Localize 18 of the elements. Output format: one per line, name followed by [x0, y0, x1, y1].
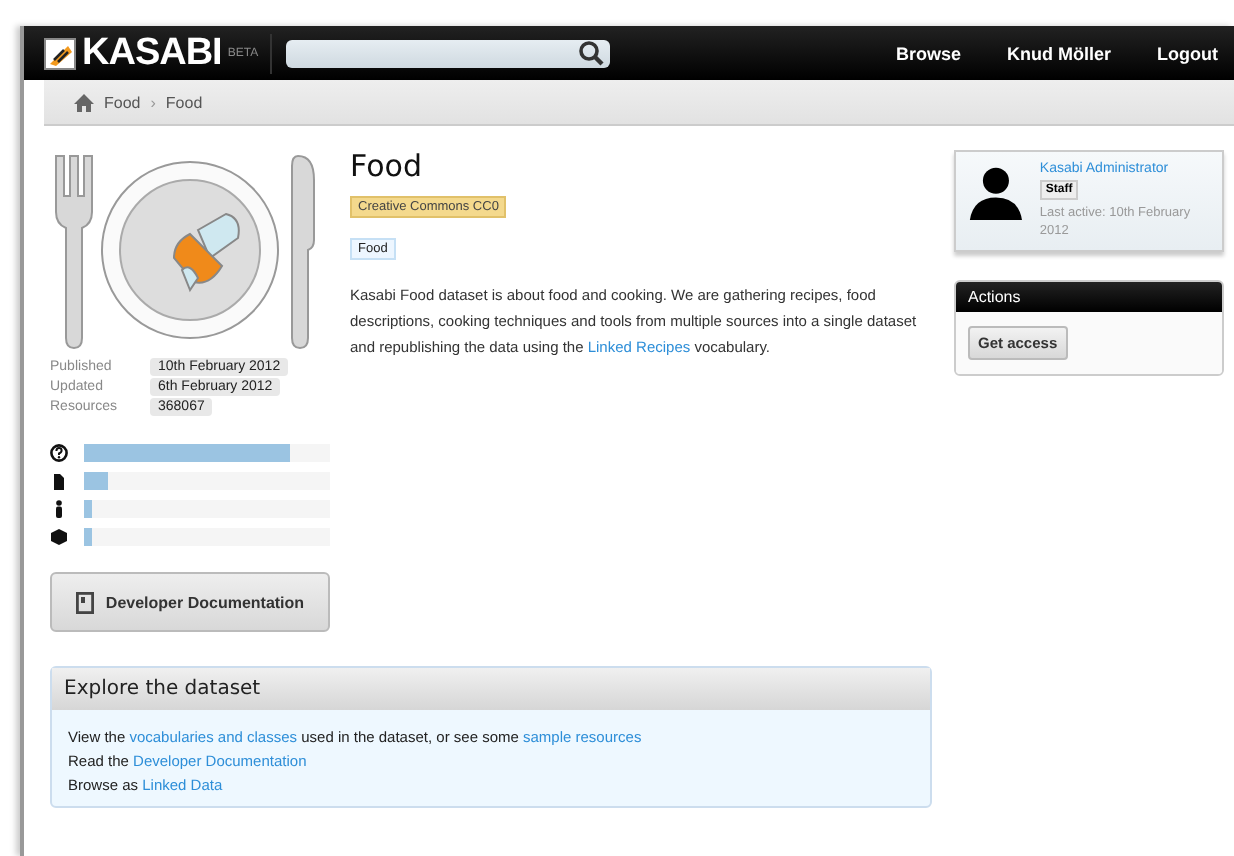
logo-text[interactable]: KASABI: [82, 34, 222, 72]
search-icon[interactable]: [578, 40, 605, 66]
nav-link[interactable]: Logout: [1157, 43, 1218, 63]
breadcrumb-separator: ›: [150, 93, 156, 111]
person-silhouette-icon: [968, 162, 1024, 222]
question-icon: [50, 444, 68, 462]
nav-link[interactable]: Browse: [895, 43, 961, 63]
explore-title: Explore the dataset: [52, 668, 930, 710]
actions-title: Actions: [956, 282, 1222, 312]
home-icon[interactable]: [74, 93, 94, 111]
book-icon: [75, 591, 94, 613]
search-field[interactable]: [286, 39, 611, 67]
document-icon: [50, 472, 68, 490]
developer-documentation-button[interactable]: Developer Documentation: [50, 572, 330, 632]
dataset-title: Food: [350, 150, 424, 183]
nav-link[interactable]: Knud Möller: [1007, 43, 1111, 63]
breadcrumb-link[interactable]: Food: [104, 93, 141, 111]
breadcrumb-link[interactable]: Food: [165, 93, 203, 111]
